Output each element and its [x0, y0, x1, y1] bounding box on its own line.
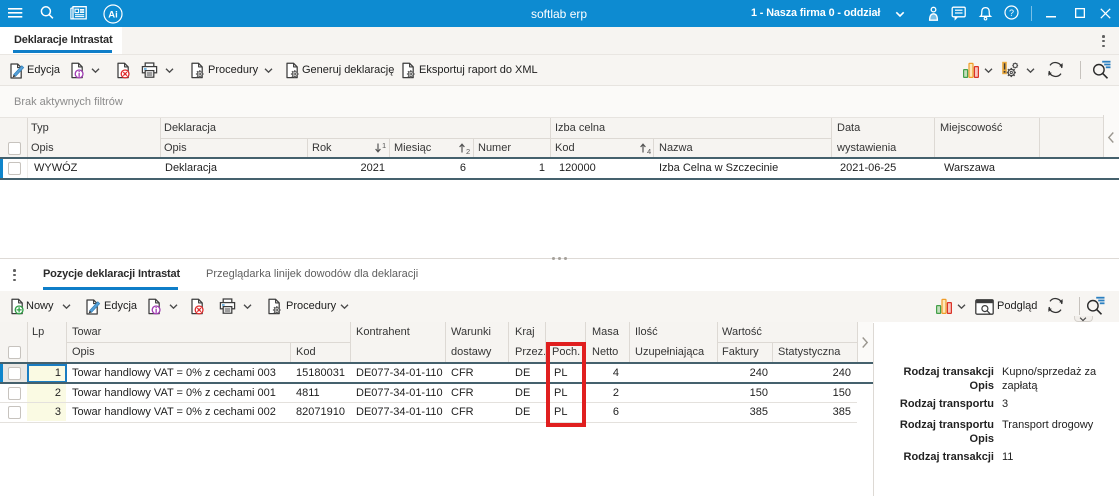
svg-text:2: 2 [466, 147, 470, 155]
svg-text:Ai: Ai [108, 9, 118, 20]
svg-text:?: ? [1009, 8, 1014, 18]
svg-text:1: 1 [382, 141, 386, 150]
svg-text:4: 4 [647, 147, 651, 155]
